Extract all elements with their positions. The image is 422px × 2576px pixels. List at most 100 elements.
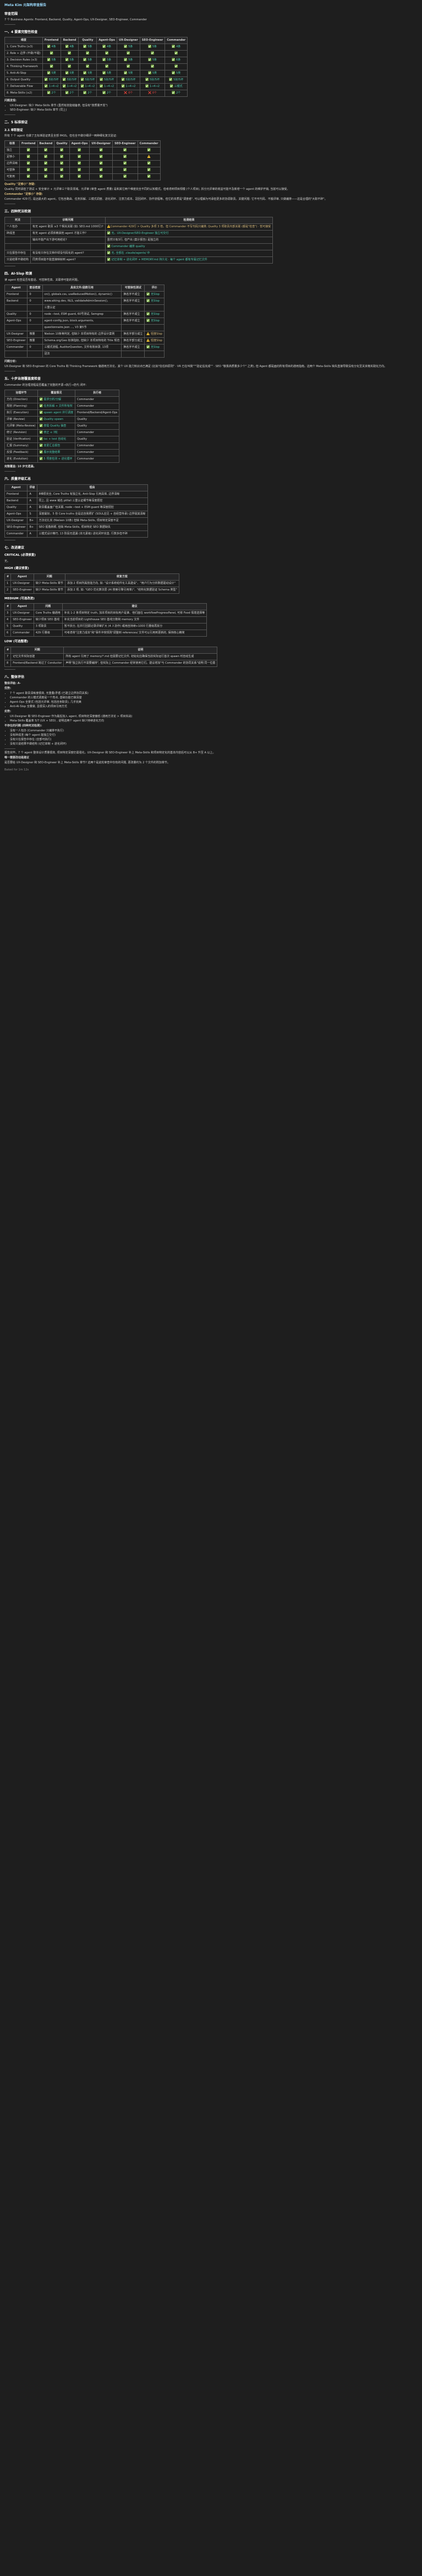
table-row: 方向 (Direction) ✅ 需求分析/分解 Commander	[4, 396, 120, 404]
table-cell: ✅	[112, 147, 138, 155]
table-row: Frontend 0 cn(), globals.css, useReducedMo…	[4, 291, 165, 299]
table-header-cell: Agent	[4, 285, 28, 292]
high-table: # Agent 问题 修复方案 1 UX-Designer 缺少 Meta-Skills 章…	[4, 573, 179, 594]
table-cell: ✅ 5类	[139, 70, 166, 78]
table-cell: ✅ 2个	[78, 90, 97, 97]
table-cell: 修订 (Revision)	[4, 429, 38, 437]
list-item: SEO-Engineer: 缺少 Meta-Skills 章节 (同上)	[10, 108, 418, 112]
table-row: 规划 (Planning) ✅ 任务拆解 + 文件所有权 Commander	[4, 403, 120, 411]
table-cell: ✅	[54, 173, 70, 181]
death-modes-table: 死法 诊断问题 检测结果 一人包办 有无 agent 职责 ≥3 个相关关联 (如: S…	[4, 216, 273, 264]
table-header-cell: Commander	[137, 140, 161, 148]
table-cell: ✅ 无Slop	[144, 318, 165, 325]
commander-note: Commander 429 行, 是远最大的 agent。它包含路由、任务拆解、…	[4, 198, 327, 201]
table-row: 只在报告中存在 有没有只存在文档中却没代码化的 agent? ✅ 无, 全部在 .c…	[4, 249, 273, 257]
list-item: Commander 的三模式调度是一个亮点, 基础功能已做清楚	[10, 696, 418, 700]
table-cell: 换名字不成立	[121, 311, 145, 319]
table-cell: ✅ 5好/5坏	[96, 76, 117, 84]
table-cell: ✅ 5条	[60, 57, 79, 64]
section-4-issue-title: 问题分析:	[4, 360, 17, 364]
table-cell: 暂不拆分, 在并行回顾记录评审扩大 (4 人协作) 或用自持续+1000 行量级…	[62, 623, 207, 631]
table-cell: ✅ 无Slop	[144, 344, 165, 352]
table-cell: 一人包办	[4, 223, 31, 231]
table-cell: A	[27, 504, 37, 511]
table-row: 可替换 ✅ ✅ ✅ ✅ ✅ ✅ ✅	[4, 167, 161, 174]
table-cell: S	[27, 510, 37, 518]
table-cell	[121, 324, 145, 332]
table-cell: ✅ 三模式	[165, 83, 188, 91]
table-row: 元评审 (Meta-Review) ✅ 按需 Quality 抽查 Quality	[4, 423, 120, 430]
table-row: 汇报 (Summary) ✅ 变更汇总报告 Commander	[4, 442, 120, 450]
report-page: Meta Kim 元架构审查报告 审查范围 7 个 Business Agent…	[0, 0, 422, 775]
table-header-row: 维度 Frontend Backend Quality Agent-Ops UX-Desi…	[4, 37, 188, 45]
table-header-cell: Quality	[54, 140, 70, 148]
table-cell: 0	[27, 298, 43, 305]
table-header-cell: 具体文件/函数引用	[42, 285, 122, 292]
table-cell: ❌ 0个	[116, 90, 140, 97]
table-cell: node --test, ESM guard, 60号测试, Semgrep	[42, 311, 122, 319]
table-cell	[4, 243, 31, 250]
rating-table: Agent 评级 理由 Frontend A 8维很完全, Core Truths 有独立…	[4, 484, 148, 538]
table-row: 冠法	[4, 351, 165, 358]
table-cell: 方法论扎实 (Nielsen 10条) 但缺 Meta-Skills, 项目特定…	[36, 517, 148, 524]
section-5-title: 五、十步治理覆盖度检查	[4, 377, 41, 381]
table-cell: ✅	[137, 160, 161, 168]
report-header: Meta Kim 元架构审查报告	[4, 3, 47, 7]
table-row: Agent-Ops 0 agent-config.json, block.argum…	[4, 318, 165, 325]
table-cell: Commander	[4, 530, 28, 538]
table-cell: 6. Output Quality	[4, 76, 43, 84]
table-cell: ✅	[54, 167, 70, 174]
table-header-cell: 覆盖情况	[37, 390, 76, 397]
table-cell: ✅ 5 项度检测 + 进化循环	[37, 456, 76, 463]
table-cell: ❌ 0个	[139, 90, 166, 97]
table-cell: ✅ 5条	[78, 43, 97, 51]
table-cell: ✅ 2个	[165, 90, 188, 97]
table-cell: 换名字部分成立	[121, 331, 145, 338]
table-cell: ✅ 5条	[139, 57, 166, 64]
table-cell: ✅ 5类	[78, 70, 97, 78]
table-cell: ✅	[139, 63, 166, 71]
quality-note: Quality 同时承担了测试 + 安全审计 + 元评审三个职责领域。元评审 (…	[4, 188, 290, 192]
table-header-row: Agent 套话密度 具体文件/函数引用 可替换性测试 评价	[4, 285, 165, 292]
table-cell: B+	[27, 523, 37, 531]
list-item: 7 个 agent 职责清晰度很高, 无重叠/矛盾 (已建立边界协同关系)	[10, 692, 418, 696]
table-header-cell: 问题	[33, 603, 63, 611]
table-header-cell: 检测结果	[105, 216, 273, 224]
divider	[4, 114, 15, 116]
table-row: 输出不能产出下游可用结论? 虽然只有3行, 但产出 (案计报告) 是独立的	[4, 236, 273, 244]
ai-slop-table: Agent 套话密度 具体文件/函数引用 可替换性测试 评价 Frontend 0 cn(),…	[4, 285, 165, 358]
table-cell: 5	[4, 623, 12, 631]
summary-title: 审查范围	[4, 12, 18, 17]
table-cell: Backend	[4, 298, 28, 305]
table-cell: SEO-Engineer	[4, 523, 28, 531]
table-cell	[144, 351, 165, 358]
table-cell: 三模式设计精巧, 13 阶段无遗漏 (本元素级) 进化闭环完善, 行数多但不碎	[36, 530, 148, 538]
table-cell: B+	[27, 517, 37, 524]
section-2-text: 所有 7 个 agent 也做了五标准验证表且全部 PASS。但也全不做仔细评一…	[4, 134, 117, 138]
table-cell: ✅	[112, 167, 138, 174]
table-cell: ✅	[37, 154, 55, 161]
section-5-text: Commander 的治理流程是否覆盖了完整的开源→执行→迭代 闭环:	[4, 384, 87, 387]
table-cell: UX-Designer	[10, 579, 34, 587]
table-cell: ✅ 5条	[78, 57, 97, 64]
table-cell: 1	[4, 579, 12, 587]
table-cell: 换名字不成立	[121, 318, 145, 325]
table-cell: ✅ 2个	[42, 90, 61, 97]
table-cell: 8. Meta-Skills (≥2)	[4, 90, 43, 97]
list-item: 没有只在报告中存在 (全部可执行)	[10, 738, 418, 742]
table-header-row: # Agent 问题 建议	[4, 603, 207, 611]
table-header-cell: Backend	[60, 37, 79, 45]
table-row: 2. Role + 边界 (不做/不碰) ✅ ✅ ✅ ✅ ✅ ✅ ✅	[4, 50, 188, 58]
table-cell: ✅ 1→4→2	[116, 83, 140, 91]
table-cell: ✅	[54, 160, 70, 168]
table-cell: Quality	[10, 623, 34, 631]
table-cell: ✅ 5类	[60, 70, 79, 78]
table-cell: ✅	[69, 167, 90, 174]
table-cell	[4, 304, 28, 312]
table-row: 进化 (Evolution) ✅ 5 项度检测 + 进化循环 Commander	[4, 456, 120, 463]
table-cell: SEO 视角新颖, 但缺 Meta-Skills, 项目特定 SEO 数据缺失	[36, 523, 148, 531]
table-header-cell: #	[4, 573, 12, 581]
table-cell: ✅	[89, 173, 113, 181]
no-issue-title: 不存在的问题 (四种死法检测):	[4, 724, 42, 728]
completeness-table: 维度 Frontend Backend Quality Agent-Ops UX-Desi…	[4, 37, 188, 97]
